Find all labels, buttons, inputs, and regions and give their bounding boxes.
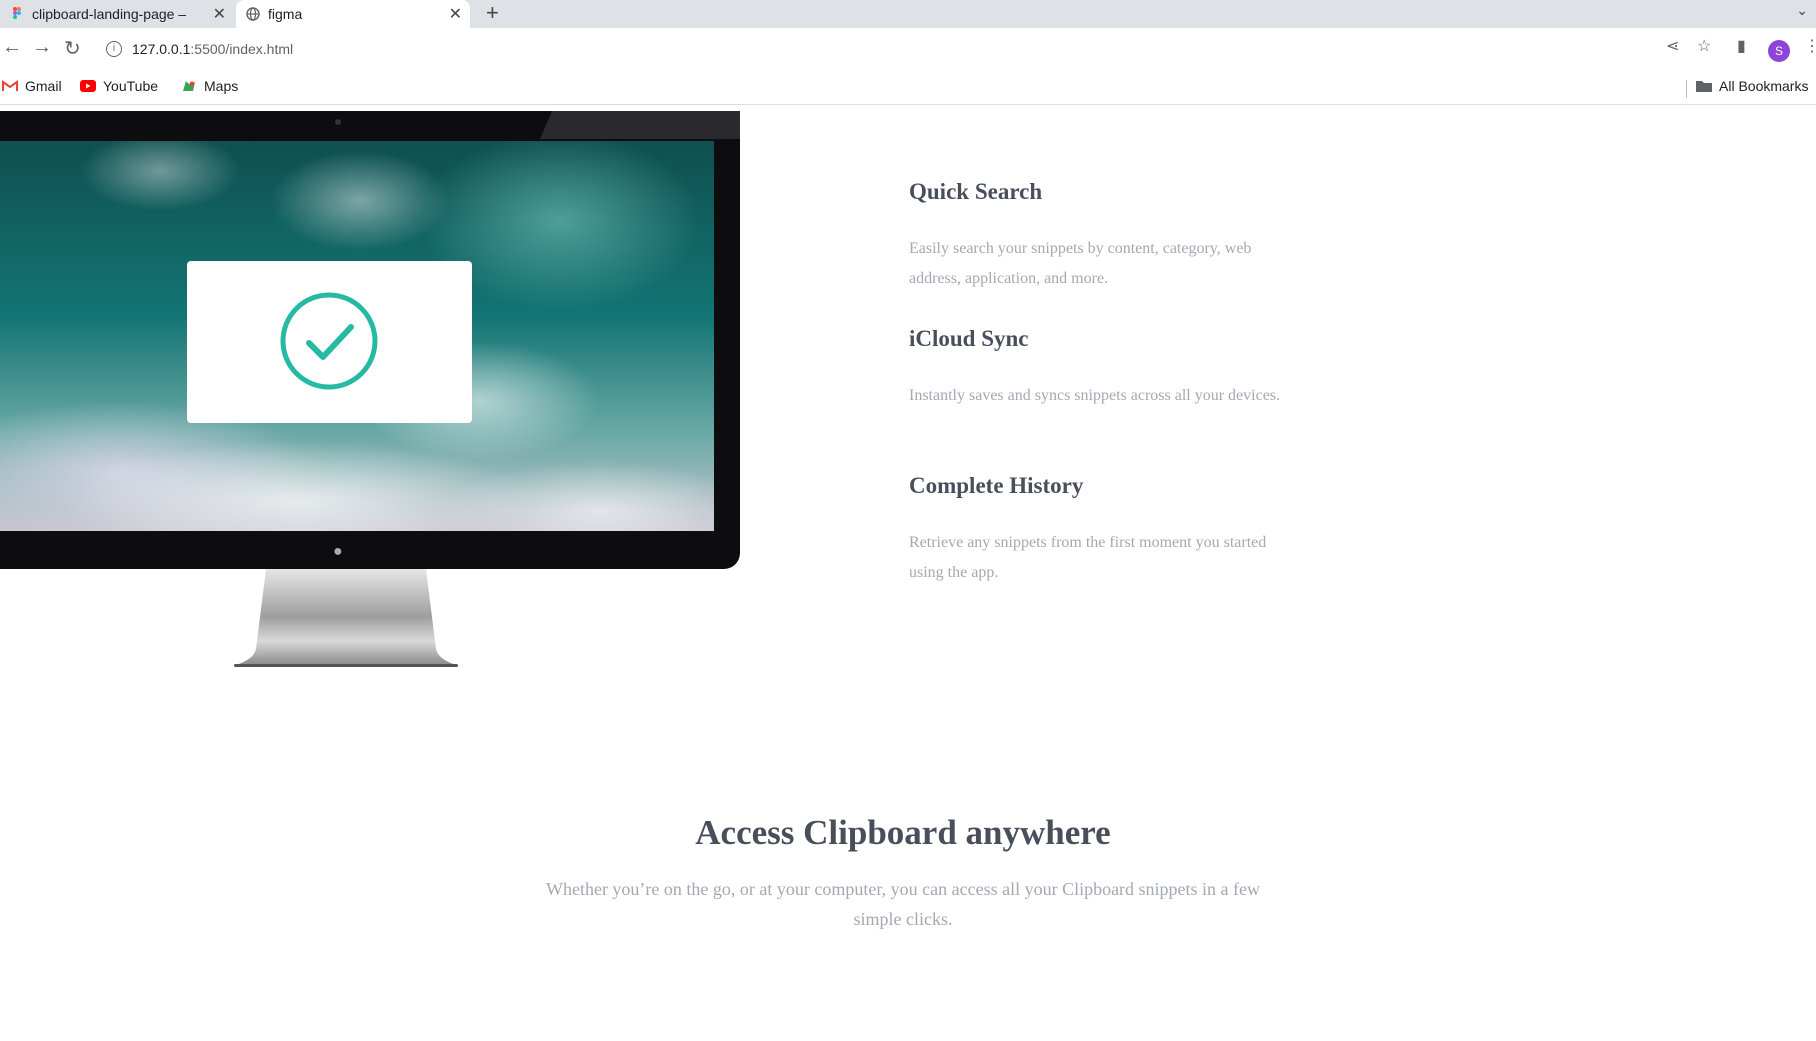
access-section-description: Whether you’re on the go, or at your com… [545,879,1261,929]
bookmark-label: YouTube [103,78,159,94]
ocean-screen-image [0,141,714,531]
feature-title-icloud-sync: iCloud Sync [909,326,1029,351]
new-tab-icon[interactable]: + [486,0,499,26]
all-bookmarks-label: All Bookmarks [1719,78,1809,94]
feature-title-quick-search: Quick Search [909,179,1043,204]
feature-desc-icloud-sync: Instantly saves and syncs snippets acros… [909,387,1281,404]
gmail-icon [2,80,18,91]
tab-figma[interactable]: figma ✕ [236,0,470,28]
forward-icon[interactable]: → [32,36,52,59]
monitor-stand [234,569,458,667]
feature-title-complete-history: Complete History [909,473,1084,498]
star-icon[interactable]: ☆ [1697,36,1711,56]
camera-dot [335,119,341,125]
close-icon[interactable]: ✕ [449,4,462,24]
feature-desc-complete-history: Retrieve any snippets from the first mom… [909,534,1267,581]
bookmark-gmail[interactable]: Gmail [2,78,62,94]
success-card [187,261,472,423]
monitor-gloss [540,111,740,139]
close-icon[interactable]: ✕ [213,4,226,24]
browser-toolbar: ← → ↻ i 127.0.0.1:5500/index.html ⋖ ☆ ▮ … [0,28,1816,72]
tab-title: figma [268,6,303,22]
monitor-illustration: ● [0,111,740,569]
bookmark-label: Gmail [25,78,62,94]
globe-icon [246,7,260,21]
youtube-icon [80,80,96,92]
checkmark-icon [280,292,378,390]
divider [1686,80,1687,98]
tab-title: clipboard-landing-page – [32,6,187,22]
access-section-title: Access Clipboard anywhere [695,813,1111,852]
address-bar[interactable]: i 127.0.0.1:5500/index.html [96,32,1656,66]
url-host: 127.0.0.1 [132,41,191,57]
chevron-down-icon[interactable]: ⌄ [1796,2,1808,19]
figma-icon [13,7,21,19]
feature-desc-quick-search: Easily search your snippets by content, … [909,240,1252,287]
bookmarks-bar: Gmail YouTube Maps All Bookmarks [0,72,1816,105]
tab-bar: clipboard-landing-page – ✕ figma ✕ + ⌄ [0,0,1816,28]
page-content: ● Quick Search Easily search your snippe… [0,105,1816,1041]
bookmark-youtube[interactable]: YouTube [80,78,158,94]
bookmark-label: Maps [204,78,239,94]
info-icon[interactable]: i [106,41,122,57]
maps-icon [183,81,195,91]
menu-icon[interactable]: ⋮ [1804,36,1816,56]
bookmark-maps[interactable]: Maps [181,78,238,94]
share-icon[interactable]: ⋖ [1666,36,1679,56]
tab-clipboard-landing[interactable]: clipboard-landing-page – ✕ [0,0,234,28]
avatar[interactable]: S [1768,40,1790,62]
reload-icon[interactable]: ↻ [64,36,81,61]
all-bookmarks[interactable]: All Bookmarks [1696,78,1808,94]
side-panel-icon[interactable]: ▮ [1737,36,1746,56]
folder-icon [1696,81,1712,92]
url-path: :5500/index.html [190,41,294,57]
back-icon[interactable]: ← [2,36,22,59]
apple-logo-icon: ● [333,543,343,560]
